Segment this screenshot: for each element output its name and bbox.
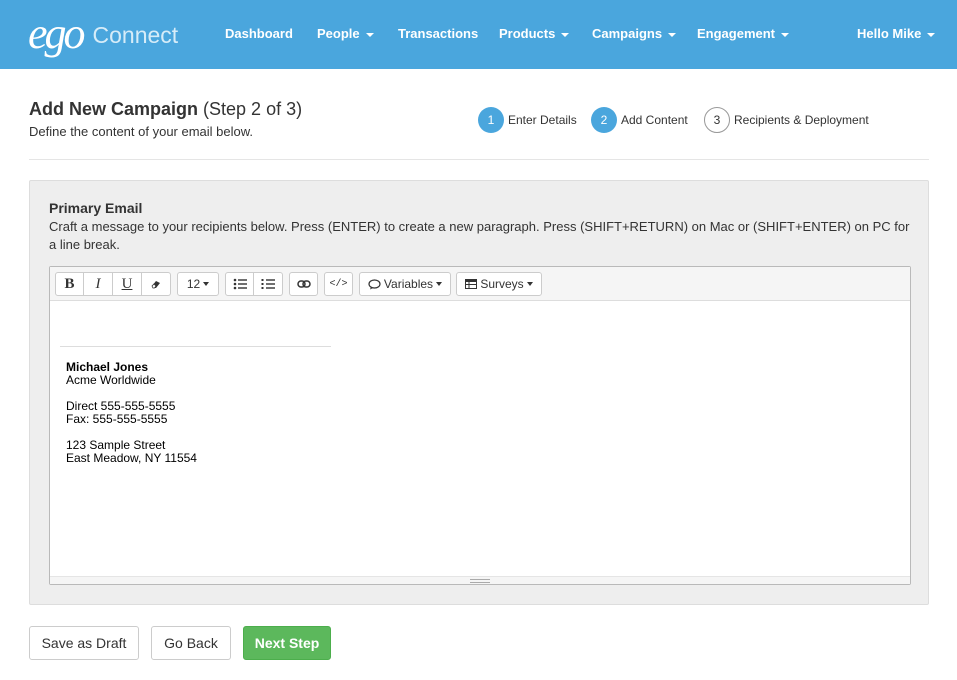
email-body-editable[interactable]: Michael Jones Acme Worldwide Direct 555-…: [50, 302, 910, 576]
code-view-button[interactable]: </>: [324, 272, 353, 296]
chevron-down-icon: [203, 282, 210, 286]
chat-bubble-icon: [368, 278, 381, 289]
bold-button[interactable]: B: [55, 272, 84, 296]
chevron-down-icon: [526, 282, 533, 286]
underline-button[interactable]: U: [113, 272, 142, 296]
editor-toolbar: B I U 12 </> Variables Surveys: [50, 267, 910, 301]
editor-resize-handle[interactable]: [50, 576, 910, 584]
ordered-list-button[interactable]: [254, 272, 283, 296]
font-size-group: 12: [177, 272, 219, 296]
nav-people-label: People: [317, 26, 360, 41]
page-title: Add New Campaign (Step 2 of 3): [29, 99, 302, 120]
wizard-step-2: 2 Add Content: [591, 107, 688, 133]
surveys-group: Surveys: [456, 272, 542, 296]
signature-divider: [60, 346, 331, 347]
eraser-icon: [151, 281, 160, 289]
list-button-group: [225, 272, 283, 296]
panel-title: Primary Email: [49, 200, 143, 216]
table-icon: [465, 279, 478, 289]
clear-format-button[interactable]: [142, 272, 171, 296]
page-step-indicator: (Step 2 of 3): [203, 99, 303, 119]
bullet-list-icon: [233, 278, 247, 290]
user-menu[interactable]: Hello Mike: [857, 26, 936, 41]
wizard-step-3: 3 Recipients & Deployment: [704, 107, 869, 133]
ego-connect-logo[interactable]: ego Connect: [28, 6, 178, 62]
code-view-group: </>: [324, 272, 353, 296]
step-label: Recipients & Deployment: [734, 113, 869, 127]
rich-text-editor: B I U 12 </> Variables Surveys Michael J…: [49, 266, 911, 585]
chevron-down-icon: [436, 282, 443, 286]
go-back-button[interactable]: Go Back: [151, 626, 231, 660]
nav-transactions[interactable]: Transactions: [398, 26, 478, 41]
chevron-down-icon: [561, 32, 570, 37]
nav-products-label: Products: [499, 26, 556, 41]
chevron-down-icon: [781, 32, 790, 37]
code-icon: </>: [329, 278, 348, 290]
surveys-dropdown[interactable]: Surveys: [456, 272, 542, 296]
chevron-down-icon: [668, 32, 677, 37]
nav-engagement[interactable]: Engagement: [697, 26, 790, 41]
link-icon: [296, 280, 311, 288]
font-size-dropdown[interactable]: 12: [177, 272, 219, 296]
save-as-draft-button[interactable]: Save as Draft: [29, 626, 139, 660]
nav-dashboard[interactable]: Dashboard: [225, 26, 293, 41]
nav-engagement-label: Engagement: [697, 26, 776, 41]
signature-company: Acme Worldwide: [66, 373, 156, 387]
logo-connect-text: Connect: [92, 21, 179, 48]
page-title-text: Add New Campaign: [29, 99, 199, 119]
signature-city: East Meadow, NY 11554: [66, 451, 197, 465]
step-label: Enter Details: [508, 113, 577, 127]
page-subtitle: Define the content of your email below.: [29, 124, 254, 139]
next-step-button[interactable]: Next Step: [243, 626, 331, 660]
user-greeting: Hello Mike: [857, 26, 922, 41]
variables-group: Variables: [359, 272, 451, 296]
variables-dropdown[interactable]: Variables: [359, 272, 451, 296]
numbered-list-icon: [261, 279, 275, 289]
logo-ego-text: ego: [28, 9, 86, 58]
nav-products[interactable]: Products: [499, 26, 570, 41]
font-size-value: 12: [186, 277, 201, 291]
panel-description: Craft a message to your recipients below…: [49, 219, 910, 252]
link-group: [289, 272, 318, 296]
variables-label: Variables: [383, 277, 434, 291]
header-divider: [29, 159, 929, 160]
signature-fax: Fax: 555-555-5555: [66, 412, 168, 426]
format-button-group: B I U: [55, 272, 171, 296]
nav-campaigns-label: Campaigns: [592, 26, 663, 41]
chevron-down-icon: [927, 32, 936, 37]
step-number-badge: 3: [704, 107, 730, 133]
nav-people[interactable]: People: [317, 26, 374, 41]
step-number-badge: 1: [478, 107, 504, 133]
nav-campaigns[interactable]: Campaigns: [592, 26, 677, 41]
wizard-step-1: 1 Enter Details: [478, 107, 577, 133]
surveys-label: Surveys: [480, 277, 524, 291]
primary-email-panel: Primary Email Craft a message to your re…: [29, 180, 929, 605]
top-navbar: ego Connect Dashboard People Transaction…: [0, 0, 957, 69]
grip-icon: [470, 579, 490, 583]
italic-button[interactable]: I: [84, 272, 113, 296]
step-number-badge: 2: [591, 107, 617, 133]
step-label: Add Content: [621, 113, 688, 127]
chevron-down-icon: [365, 32, 374, 37]
unordered-list-button[interactable]: [225, 272, 254, 296]
insert-link-button[interactable]: [289, 272, 318, 296]
